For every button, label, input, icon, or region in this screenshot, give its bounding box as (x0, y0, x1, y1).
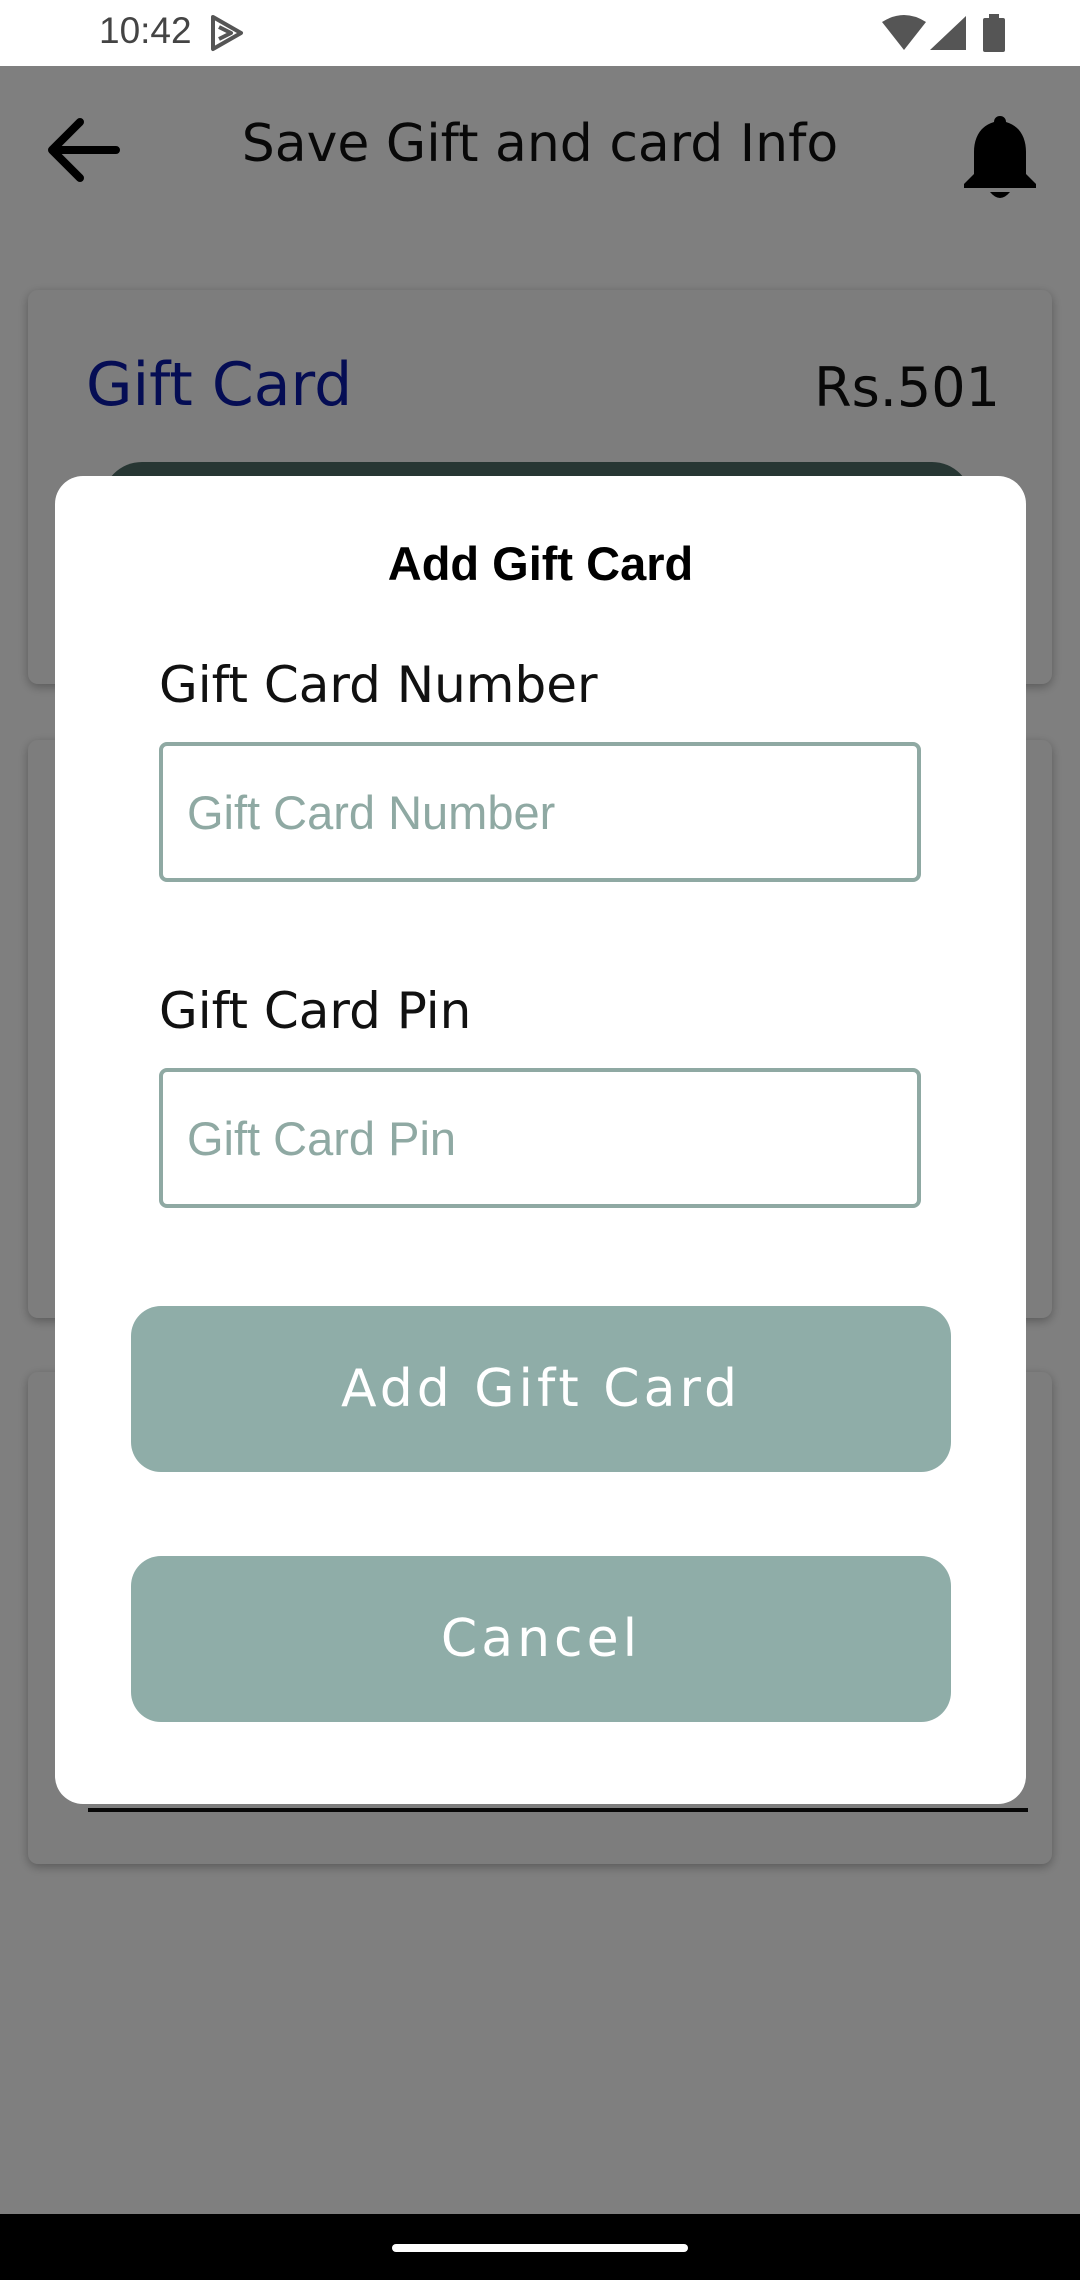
status-bar: 10:42 (0, 0, 1080, 66)
add-gift-card-button[interactable]: Add Gift Card (131, 1306, 951, 1472)
battery-icon (982, 14, 1006, 57)
dialog-title: Add Gift Card (387, 537, 694, 590)
play-store-icon (207, 13, 247, 58)
status-time: 10:42 (99, 10, 192, 51)
signal-icon (928, 14, 968, 57)
gift-card-pin-label: Gift Card Pin (159, 982, 472, 1040)
navigation-bar (0, 2214, 1080, 2280)
home-handle[interactable] (392, 2244, 688, 2252)
gift-card-number-input[interactable] (159, 742, 921, 882)
cancel-button[interactable]: Cancel (131, 1556, 951, 1722)
add-gift-card-dialog: Add Gift Card Gift Card Number Gift Card… (55, 476, 1026, 1804)
gift-card-pin-input[interactable] (159, 1068, 921, 1208)
gift-card-number-label: Gift Card Number (159, 656, 598, 714)
wifi-icon (880, 14, 928, 57)
